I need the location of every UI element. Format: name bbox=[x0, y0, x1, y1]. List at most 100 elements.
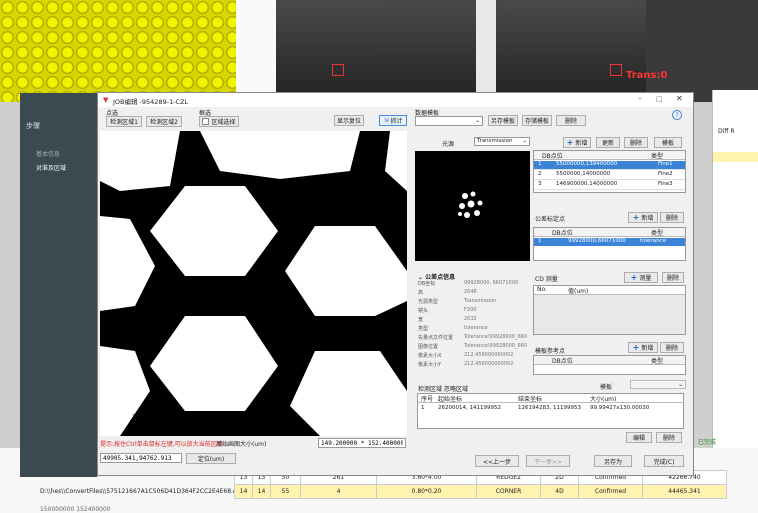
info-value: 212.456000000002 bbox=[464, 352, 514, 358]
bg-table-cell: Confirmed bbox=[578, 484, 643, 499]
chevron-down-icon: ⌄ bbox=[677, 381, 683, 388]
template-small-label: 模板 bbox=[600, 384, 613, 391]
info-value: 99928000, 66071000 bbox=[464, 280, 519, 286]
tolerance-table: DB点位 类型 1 99928000,66071000 tolerance bbox=[533, 227, 686, 261]
info-value: Tolerance\99928000_660 bbox=[464, 343, 528, 349]
col-db-point: DB点位 bbox=[552, 230, 573, 237]
right-highlight bbox=[713, 152, 758, 162]
save-as-button[interactable]: 另存为 bbox=[594, 455, 632, 467]
area1-button[interactable]: 检测区域1 bbox=[106, 116, 142, 127]
template-dropdown[interactable]: ⌄ bbox=[415, 116, 483, 126]
save-template-button[interactable]: 另存模板 bbox=[488, 115, 518, 126]
origin-size-field[interactable] bbox=[318, 438, 406, 448]
info-key: 宽 bbox=[418, 317, 424, 323]
coord-input[interactable] bbox=[100, 453, 182, 463]
col-db-point: DB点位 bbox=[552, 358, 573, 365]
camera-marker-1 bbox=[610, 64, 622, 76]
show-reset-button[interactable]: 显示复位 bbox=[334, 115, 364, 126]
measure-button[interactable]: + 测量 bbox=[624, 272, 658, 283]
add-ref-button[interactable]: + 新增 bbox=[628, 342, 658, 353]
delete-ref-button[interactable]: 删除 bbox=[660, 342, 684, 353]
col-type: 类型 bbox=[651, 153, 664, 160]
capture-button[interactable]: ⇲ 抓计 bbox=[379, 115, 407, 126]
tolerance-table-header: DB点位 类型 bbox=[534, 228, 685, 237]
col-no: No. bbox=[537, 286, 547, 293]
delete-cd-button[interactable]: 删除 bbox=[662, 272, 684, 283]
delete-location-button[interactable]: 删除 bbox=[624, 137, 648, 148]
hex-shape bbox=[200, 131, 360, 179]
template-button[interactable]: 模板 bbox=[654, 137, 682, 148]
preview-dots bbox=[458, 191, 483, 218]
hex-shape bbox=[150, 316, 278, 411]
camera-marker-2 bbox=[332, 64, 344, 76]
update-button[interactable]: 更新 bbox=[596, 137, 620, 148]
bg-table-cell: 14 bbox=[252, 484, 271, 499]
region-row[interactable]: 1 26200014, 141199952 126194283, 1119995… bbox=[418, 405, 683, 413]
area2-button[interactable]: 检测区域2 bbox=[146, 116, 182, 127]
info-value: 212.456000000002 bbox=[464, 361, 514, 367]
hex-shape bbox=[150, 186, 278, 276]
bg-table-cell: 0.80*0.20 bbox=[376, 484, 477, 499]
hex-shape bbox=[290, 351, 407, 436]
delete-tolerance-button[interactable]: 删除 bbox=[660, 212, 684, 223]
finish-button[interactable]: 完成(C) bbox=[644, 455, 684, 467]
info-key: 矢量点文件位置 bbox=[418, 335, 454, 341]
cd-table: No. 值(um) bbox=[533, 285, 686, 335]
minimize-icon[interactable]: – bbox=[638, 94, 642, 103]
col-value: 值(um) bbox=[568, 288, 589, 295]
hex-shape bbox=[285, 226, 407, 316]
ref-table-header: DB点位 类型 bbox=[534, 356, 685, 365]
chevron-down-icon: ⌄ bbox=[522, 138, 527, 144]
region-select-label: 区域选择 bbox=[211, 119, 236, 126]
location-row[interactable]: 1 55000000,139400000 Fine1 bbox=[534, 161, 685, 170]
info-value: 2032 bbox=[464, 316, 477, 322]
info-key: 光源类型 bbox=[418, 299, 439, 305]
tab-ignore-region[interactable]: 忽略区域 bbox=[444, 384, 468, 393]
close-icon[interactable]: ✕ bbox=[676, 94, 683, 103]
delete-template-button[interactable]: 删除 bbox=[556, 115, 586, 126]
job-edit-window: ▼ JOB编辑 -954289-1-CZL – □ ✕ 点选 检测区域1 检测区… bbox=[97, 92, 694, 476]
col-end: 结束坐标 bbox=[518, 396, 543, 403]
hint-text: 提示:按住Ctrl单击鼠标左键,可以放大当前区域 bbox=[100, 441, 223, 448]
step-sidebar: 步骤 基本信息 对准及区域 bbox=[20, 93, 97, 477]
tolerance-row[interactable]: 1 99928000,66071000 tolerance bbox=[534, 238, 685, 246]
ref-label: 模板参考点 bbox=[535, 348, 566, 355]
sidebar-item-align-region[interactable]: 对准及区域 bbox=[36, 163, 66, 172]
prev-button[interactable]: <<上一步 bbox=[475, 455, 519, 467]
plus-icon: + bbox=[632, 343, 640, 352]
edit-button[interactable]: 编辑 bbox=[626, 432, 652, 443]
region-table: 序号 起始坐标 结束坐标 大小(um) 1 26200014, 14119995… bbox=[417, 393, 684, 429]
sidebar-item-basic-info[interactable]: 基本信息 bbox=[36, 149, 60, 158]
next-button[interactable]: 下一步>> bbox=[526, 455, 570, 467]
hex-pattern bbox=[100, 131, 407, 436]
region-table-header: 序号 起始坐标 结束坐标 大小(um) bbox=[418, 394, 683, 403]
ref-table: DB点位 类型 bbox=[533, 355, 686, 375]
add-location-button[interactable]: + 新增 bbox=[563, 137, 591, 148]
info-key: 像素大小X bbox=[418, 353, 442, 359]
store-template-button[interactable]: 存储模板 bbox=[522, 115, 552, 126]
col-type: 类型 bbox=[651, 230, 664, 237]
light-dropdown[interactable]: Transmission ⌄ bbox=[474, 137, 530, 146]
cd-table-header: No. 值(um) bbox=[534, 286, 685, 295]
info-value: 2048 bbox=[464, 289, 477, 295]
location-row[interactable]: 2 5500000,14000000 Fine2 bbox=[534, 171, 685, 180]
add-label: 新增 bbox=[641, 345, 654, 352]
camera-panel-right bbox=[496, 0, 646, 102]
background-white-strip bbox=[236, 0, 276, 102]
bg-table-cell: 14 bbox=[234, 484, 253, 499]
region-select-button[interactable]: 区域选择 bbox=[199, 116, 239, 127]
maximize-icon[interactable]: □ bbox=[656, 95, 663, 103]
delete-region-button[interactable]: 删除 bbox=[656, 432, 682, 443]
tab-detect-region[interactable]: 检测区域 bbox=[418, 384, 442, 393]
origin-size-label: 原始画图大小(um) bbox=[216, 441, 267, 448]
col-start: 起始坐标 bbox=[438, 396, 463, 403]
plus-icon: + bbox=[632, 213, 640, 222]
add-tolerance-button[interactable]: + 新增 bbox=[628, 212, 658, 223]
image-canvas[interactable]: 20 μm bbox=[100, 131, 407, 436]
template-small-dropdown[interactable]: ⌄ bbox=[630, 380, 686, 389]
location-row[interactable]: 3 146900000,14000000 Fine3 bbox=[534, 181, 685, 190]
help-icon[interactable]: ? bbox=[672, 110, 682, 120]
locate-button[interactable]: 定位(um) bbox=[186, 453, 236, 464]
title-bar: ▼ JOB编辑 -954289-1-CZL – □ ✕ bbox=[98, 93, 693, 107]
window-title: JOB编辑 -954289-1-CZL bbox=[113, 98, 189, 106]
